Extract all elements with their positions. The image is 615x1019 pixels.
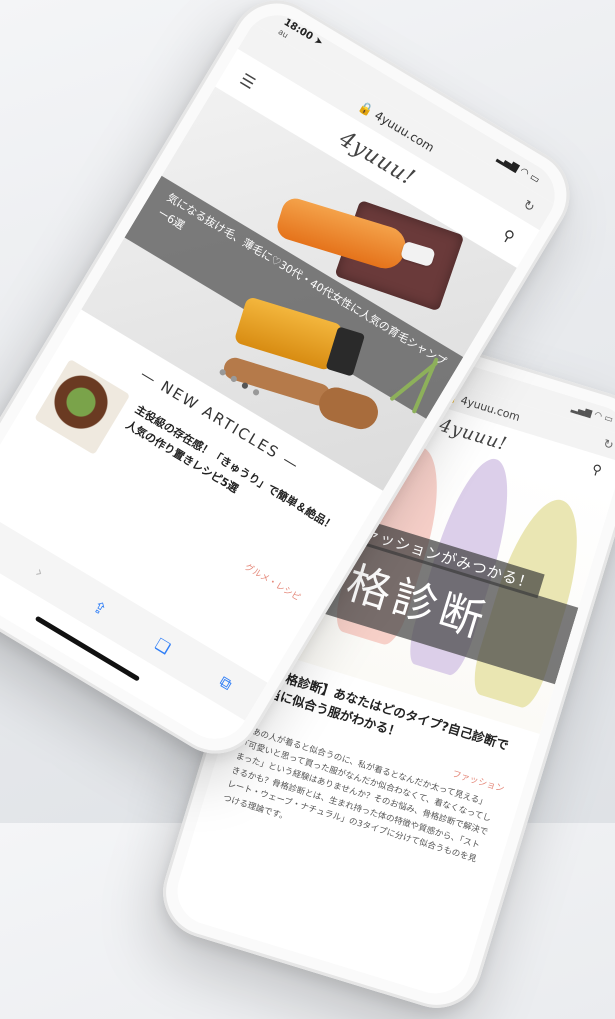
hamburger-menu-icon[interactable]: ☰ xyxy=(237,69,262,95)
location-icon: ➤ xyxy=(312,35,325,49)
forward-chevron-icon[interactable]: › xyxy=(32,562,47,582)
search-icon[interactable]: ⚲ xyxy=(499,226,518,247)
search-icon[interactable]: ⚲ xyxy=(590,462,604,479)
brush-head-image xyxy=(314,383,383,434)
tabs-icon[interactable]: ⧉ xyxy=(216,672,236,695)
reload-icon[interactable]: ↻ xyxy=(602,436,615,452)
reload-icon[interactable]: ↻ xyxy=(520,197,537,215)
bookmarks-icon[interactable]: ❑ xyxy=(152,634,174,658)
share-icon[interactable]: ⇪ xyxy=(89,596,110,619)
